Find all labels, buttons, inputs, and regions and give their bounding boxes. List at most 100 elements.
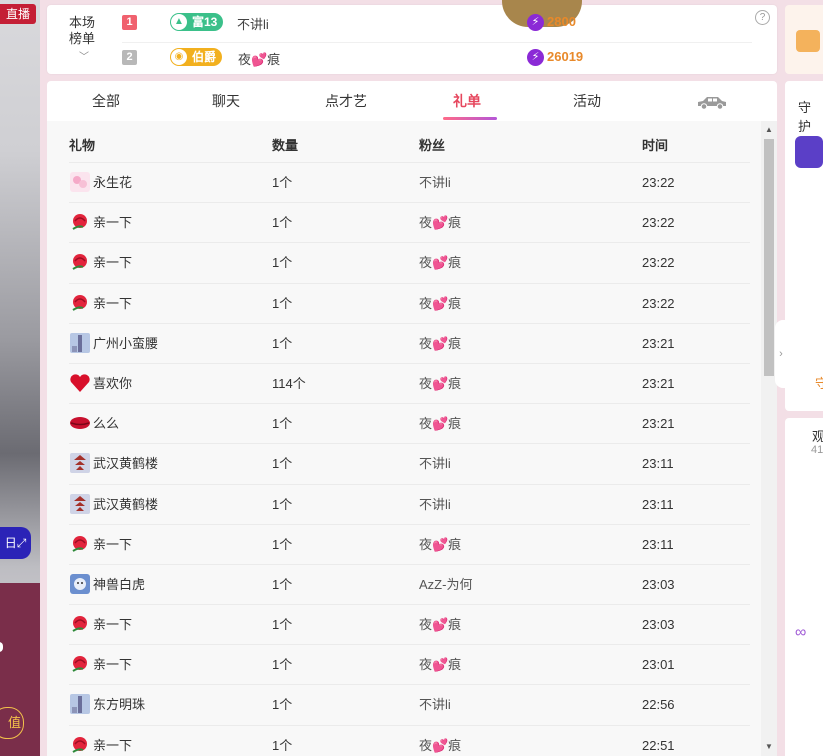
- tiger-icon: [69, 573, 91, 595]
- gift-time: 23:22: [642, 255, 675, 271]
- scroll-up-icon[interactable]: ▲: [765, 126, 773, 134]
- tab-bar: 全部 聊天 点才艺 礼单 活动: [47, 81, 777, 121]
- table-row: 神兽白虎 1个 AzZ-为何 23:03: [69, 563, 750, 604]
- gift-time: 23:01: [642, 657, 675, 673]
- fan-name[interactable]: 不讲li: [419, 456, 451, 472]
- scroll-down-icon[interactable]: ▼: [765, 743, 773, 751]
- table-row: 亲一下 1个 夜💕痕 23:11: [69, 523, 750, 564]
- gift-quantity: 1个: [272, 697, 293, 713]
- gift-name: 东方明珠: [93, 697, 146, 713]
- table-row: 喜欢你 114个 夜💕痕 23:21: [69, 362, 750, 403]
- car-icon[interactable]: [695, 94, 729, 110]
- rank-number: 1: [122, 15, 137, 30]
- fan-name[interactable]: 夜💕痕: [419, 537, 461, 553]
- level-badge: ▲ 富13: [170, 13, 224, 31]
- fan-name[interactable]: 夜💕痕: [419, 617, 461, 633]
- tab-gift-list[interactable]: 礼单: [453, 93, 481, 109]
- fan-name[interactable]: 不讲li: [419, 697, 451, 713]
- gift-name: 神兽白虎: [93, 576, 146, 592]
- fan-name[interactable]: AzZ-为何: [419, 577, 472, 593]
- gift-name: 么么: [93, 416, 120, 432]
- recharge-button[interactable]: 值: [0, 707, 24, 739]
- pagoda-icon: [69, 452, 91, 474]
- fan-name[interactable]: 夜💕痕: [419, 215, 461, 231]
- gift-name: 亲一下: [93, 657, 133, 673]
- fan-name[interactable]: 夜💕痕: [419, 255, 461, 271]
- tab-all[interactable]: 全部: [92, 93, 120, 109]
- rank-row[interactable]: 1 ▲ 富13 不讲li ⚡ 2800: [122, 11, 752, 35]
- fan-name[interactable]: 夜💕痕: [419, 416, 461, 432]
- fan-name[interactable]: 不讲li: [419, 175, 451, 191]
- rose-icon: [69, 734, 91, 756]
- viewer-panel: 观 41 ∞: [785, 418, 823, 756]
- calendar-icon[interactable]: [796, 30, 820, 52]
- viewer-label: 观: [812, 429, 823, 444]
- gift-quantity: 1个: [272, 737, 293, 753]
- noble-icon: ◉: [171, 49, 187, 65]
- gift-time: 23:22: [642, 175, 675, 190]
- fan-name[interactable]: 夜💕痕: [419, 296, 461, 312]
- table-body: 永生花 1个 不讲li 23:22 亲一下 1个 夜💕痕 23:22 亲一下 1个 夜💕痕 23:22…: [69, 162, 750, 756]
- noble-badge-label: 伯爵: [192, 50, 217, 64]
- gift-quantity: 1个: [272, 576, 293, 592]
- fan-name[interactable]: 夜💕痕: [419, 738, 461, 754]
- help-icon[interactable]: ?: [755, 10, 770, 25]
- table-row: 亲一下 1个 夜💕痕 23:03: [69, 604, 750, 644]
- gift-name: 亲一下: [93, 536, 133, 552]
- fullscreen-button[interactable]: 日⤢: [0, 527, 31, 559]
- guard-footer-text[interactable]: 守: [815, 373, 823, 392]
- table-row: 亲一下 1个 夜💕痕 23:22: [69, 242, 750, 282]
- rose-icon: [69, 292, 91, 314]
- rank-row[interactable]: 2 ◉ 伯爵 夜💕痕 ⚡ 26019: [122, 46, 752, 70]
- tab-chat[interactable]: 聊天: [212, 93, 240, 109]
- fan-name[interactable]: 夜💕痕: [419, 336, 461, 352]
- level-icon: ▲: [171, 14, 187, 30]
- gift-time: 23:11: [642, 456, 674, 472]
- gift-name: 广州小蛮腰: [93, 335, 159, 351]
- link-icon[interactable]: ∞: [795, 624, 806, 642]
- live-badge: 直播: [0, 4, 36, 24]
- rank-score-value: 26019: [547, 49, 584, 64]
- gift-name: 亲一下: [93, 215, 133, 231]
- lips-icon: [69, 412, 91, 434]
- tab-activity[interactable]: 活动: [573, 93, 601, 109]
- header-fan: 粉丝: [419, 138, 446, 153]
- table-row: 亲一下 1个 夜💕痕 23:22: [69, 202, 750, 242]
- gift-quantity: 1个: [272, 215, 293, 231]
- noble-badge: ◉ 伯爵: [170, 48, 223, 66]
- gift-name: 武汉黄鹤楼: [93, 496, 159, 512]
- gift-time: 23:03: [642, 576, 675, 592]
- header-time: 时间: [642, 138, 669, 153]
- gift-time: 22:51: [642, 737, 675, 753]
- gift-time: 23:21: [642, 375, 675, 391]
- rank-user-name[interactable]: 夜💕痕: [238, 49, 280, 68]
- table-header: 礼物 数量 粉丝 时间: [69, 135, 749, 155]
- flower-icon: [69, 171, 91, 193]
- header-qty: 数量: [272, 138, 299, 153]
- scrollbar-thumb[interactable]: [764, 139, 774, 376]
- gift-time: 23:11: [642, 536, 674, 552]
- checkin-panel: [785, 5, 823, 74]
- fan-name[interactable]: 不讲li: [419, 497, 451, 513]
- rank-title-line2: 榜单: [69, 31, 96, 46]
- rank-title[interactable]: 本场 榜单 ﹀: [69, 15, 96, 63]
- rose-icon: [69, 613, 91, 635]
- table-row: 东方明珠 1个 不讲li 22:56: [69, 684, 750, 724]
- rank-user-name[interactable]: 不讲li: [237, 14, 269, 33]
- fan-name[interactable]: 夜💕痕: [419, 657, 461, 673]
- viewer-count: 41: [811, 444, 823, 456]
- lightning-icon: ⚡: [527, 49, 544, 66]
- tab-talent[interactable]: 点才艺: [325, 93, 367, 109]
- guard-avatar[interactable]: [795, 136, 823, 168]
- stream-preview-edge: 直播 日⤢ 值: [0, 0, 40, 756]
- gift-time: 23:21: [642, 416, 675, 432]
- rose-icon: [69, 533, 91, 555]
- table-row: 武汉黄鹤楼 1个 不讲li 23:11: [69, 483, 750, 524]
- rose-icon: [69, 251, 91, 273]
- table-row: 武汉黄鹤楼 1个 不讲li 23:11: [69, 443, 750, 483]
- gift-quantity: 1个: [272, 255, 293, 271]
- fan-name[interactable]: 夜💕痕: [419, 376, 461, 392]
- rank-number: 2: [122, 50, 137, 65]
- chevron-down-icon[interactable]: ﹀: [79, 50, 89, 66]
- level-badge-label: 富13: [192, 15, 218, 29]
